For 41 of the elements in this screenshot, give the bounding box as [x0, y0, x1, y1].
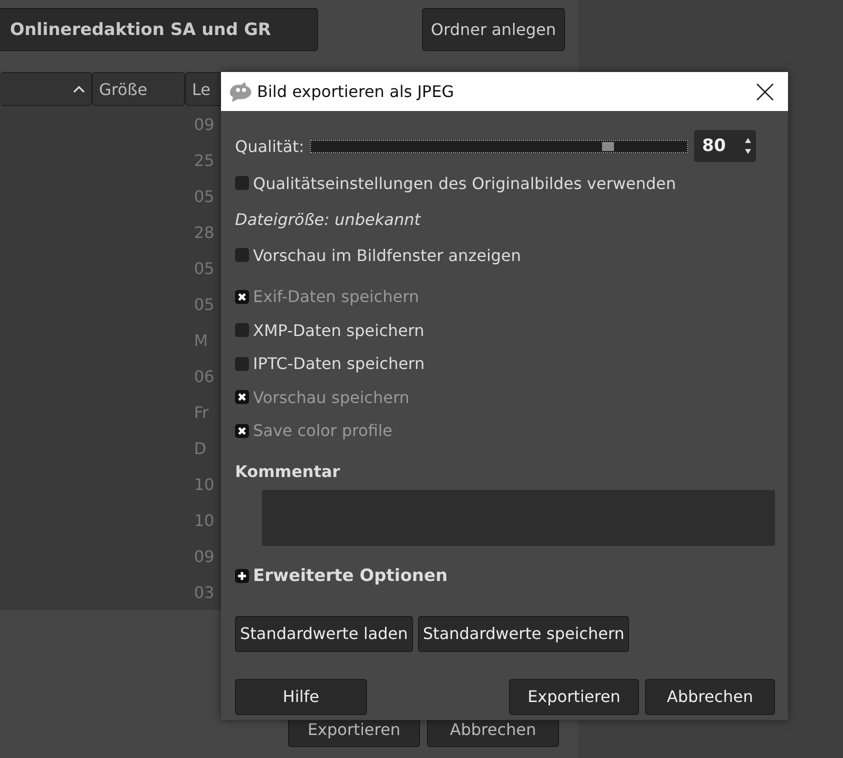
expander[interactable]: Erweiterte Optionen — [235, 562, 775, 590]
defaults-button[interactable]: Standardwerte laden — [235, 616, 413, 652]
file-size-text: Dateigröße: unbekannt — [235, 208, 422, 230]
checkbox[interactable] — [235, 356, 249, 371]
slider-thumb[interactable] — [602, 142, 614, 150]
table-cell: 25 — [194, 150, 214, 170]
expander-icon[interactable] — [235, 568, 249, 582]
table-cell: 10 — [194, 510, 214, 530]
table-cell: M — [194, 330, 208, 350]
comment-field[interactable] — [262, 490, 775, 546]
table-cell: 10 — [194, 474, 214, 494]
quality-slider[interactable] — [310, 140, 688, 152]
checkbox-option[interactable]: IPTC-Daten speichern — [235, 347, 775, 380]
checkbox-option[interactable]: Qualitätseinstellungen des Originalbildes verwenden — [235, 165, 775, 201]
quality-label: Qualität: — [235, 136, 304, 156]
table-cell: 03 — [194, 582, 214, 602]
table-cell: 28 — [194, 222, 214, 242]
checkbox-option[interactable]: Vorschau im Bildfenster anzeigen — [235, 237, 775, 273]
table-cell: Fr — [194, 402, 209, 422]
new-folder-button[interactable]: Ordner anlegen — [422, 8, 565, 51]
defaults-button[interactable]: Standardwerte speichern — [418, 616, 630, 652]
checkbox-option[interactable]: XMP-Daten speichern — [235, 314, 775, 347]
comment-label: Kommentar — [235, 462, 342, 482]
dialog-button[interactable]: Abbrechen — [645, 678, 775, 714]
table-cell: 09 — [194, 114, 214, 134]
close-icon[interactable] — [756, 82, 774, 100]
checkbox[interactable] — [235, 323, 249, 338]
table-cell: 05 — [194, 186, 214, 206]
path-button[interactable]: Onlineredaktion SA und GR — [0, 8, 318, 51]
help-button[interactable]: Hilfe — [235, 678, 367, 714]
dialog-button[interactable]: Exportieren — [509, 678, 639, 714]
checkbox[interactable] — [235, 248, 249, 262]
table-cell: D — [194, 438, 206, 458]
table-cell: 05 — [194, 294, 214, 314]
table-cell: 09 — [194, 546, 214, 566]
quality-spinbox[interactable]: 80 — [694, 130, 756, 162]
checkbox[interactable] — [235, 176, 249, 190]
table-cell: 06 — [194, 366, 214, 386]
column-header[interactable]: Größe — [92, 72, 185, 106]
table-cell: 05 — [194, 258, 214, 278]
window-title: Bild exportieren als JPEG — [257, 82, 456, 101]
